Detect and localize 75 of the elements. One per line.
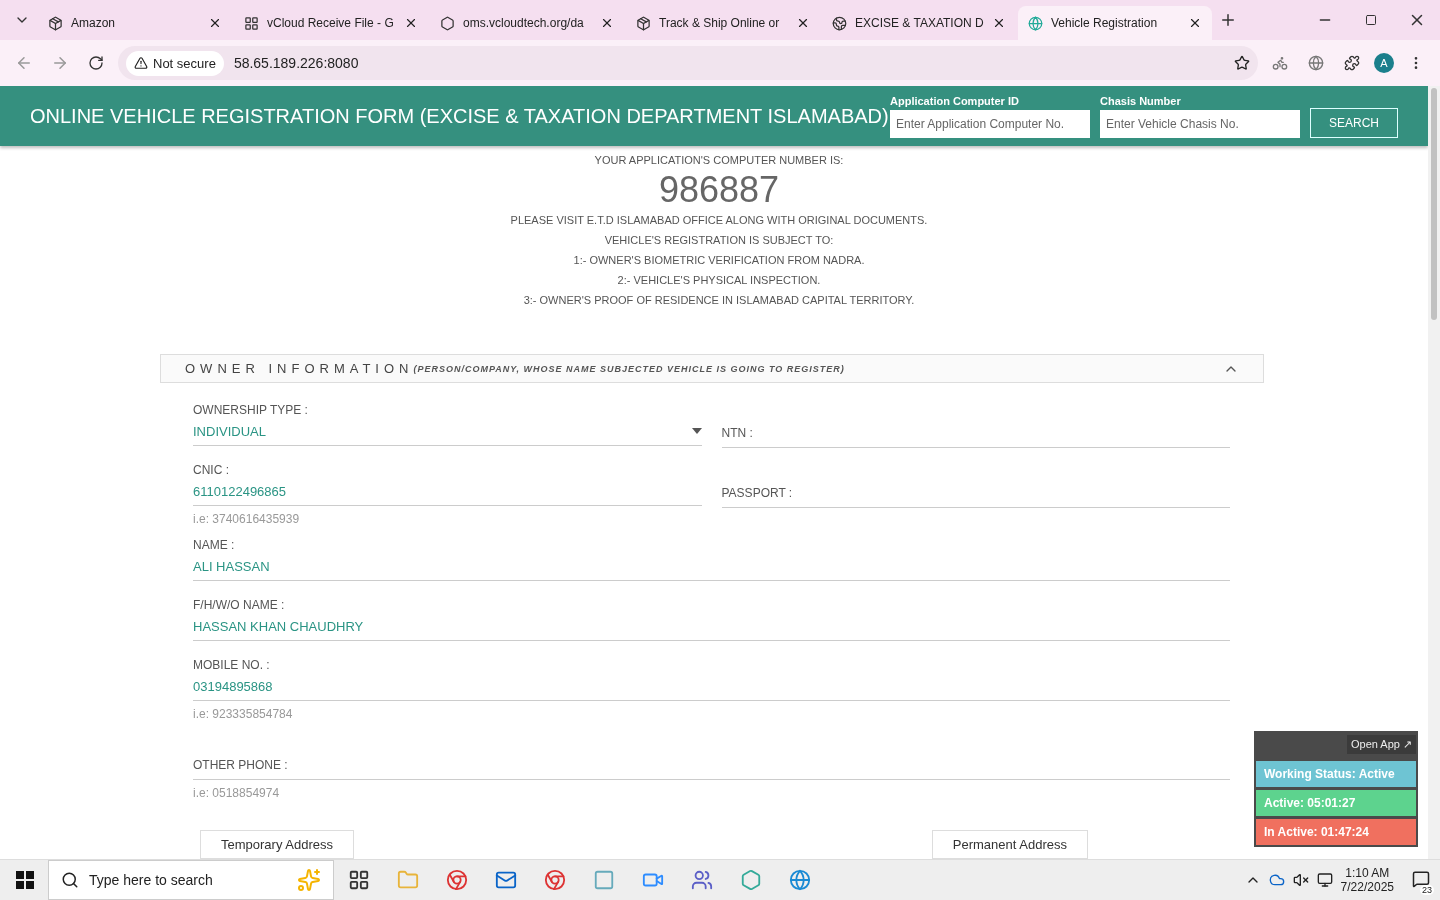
search-label: Chasis Number xyxy=(1100,94,1182,107)
notification-count: 23 xyxy=(1420,884,1434,895)
status-bar: In Active: 01:47:24 xyxy=(1256,819,1416,845)
dropdown-icon xyxy=(691,428,702,434)
taskbar-search[interactable]: Type here to search xyxy=(48,860,334,900)
field-label: MOBILE NO. : xyxy=(193,658,271,672)
bookmark-icon[interactable] xyxy=(1234,55,1250,71)
computer-number: 986887 xyxy=(658,170,780,210)
cloud-icon[interactable] xyxy=(1268,872,1285,888)
notice-text: YOUR APPLICATION'S COMPUTER NUMBER IS: xyxy=(594,153,844,168)
close-icon[interactable] xyxy=(992,16,1006,30)
sparkles-icon xyxy=(297,868,321,892)
clock-date: 7/22/2025 xyxy=(1340,880,1394,894)
input-field[interactable]: 03194895868 xyxy=(193,672,1230,701)
field-hint: i.e: 0518854974 xyxy=(193,786,281,800)
search-label: Application Computer ID xyxy=(890,94,1020,107)
browser-tab[interactable]: EXCISE & TAXATION D xyxy=(822,6,1016,40)
windows-icon[interactable] xyxy=(16,871,34,889)
page-title: ONLINE VEHICLE REGISTRATION FORM (EXCISE & TAXATION DEPARTMENT ISLAMABAD) xyxy=(30,104,890,128)
field-label: OTHER PHONE : xyxy=(193,758,288,772)
mute-icon[interactable] xyxy=(1292,872,1309,888)
notification-icon[interactable] xyxy=(1412,869,1430,888)
profile-avatar[interactable]: A xyxy=(1374,53,1394,73)
browser-tab[interactable]: vCloud Receive File - G xyxy=(234,6,428,40)
section-header[interactable]: OWNER INFORMATION(PERSON/COMPANY, WHOSE NAME SUBJECTED VEHICLE IS GOING TO REGISTER) xyxy=(160,354,1264,383)
search-field[interactable]: Enter Vehicle Chasis No. xyxy=(1100,109,1300,138)
browser-tab[interactable]: Amazon xyxy=(38,6,232,40)
security-label: Not secure xyxy=(153,55,216,71)
status-bar: Working Status: Active xyxy=(1256,761,1416,787)
network-icon[interactable] xyxy=(1316,872,1333,888)
site-icon xyxy=(48,15,63,31)
field-label: NAME : xyxy=(193,538,236,552)
address-tab[interactable]: Permanent Address xyxy=(931,830,1088,859)
notice-text: VEHICLE'S REGISTRATION IS SUBJECT TO: xyxy=(604,233,834,248)
search-field[interactable]: Enter Application Computer No. xyxy=(890,109,1090,138)
status-bar: Active: 05:01:27 xyxy=(1256,790,1416,816)
field-hint: i.e: 3740616435939 xyxy=(193,512,301,526)
ownership-select[interactable]: INDIVIDUAL xyxy=(193,417,702,446)
warning-icon xyxy=(134,56,148,70)
address-tab[interactable]: Temporary Address xyxy=(200,830,354,859)
field-label: PASSPORT : xyxy=(721,486,793,500)
close-icon[interactable] xyxy=(600,16,614,30)
open-app-button[interactable]: Open App ↗ xyxy=(1347,735,1416,754)
close-icon[interactable] xyxy=(796,16,810,30)
clock-time: 1:10 AM xyxy=(1345,866,1390,880)
input-field[interactable]: HASSAN KHAN CHAUDHRY xyxy=(193,612,1230,641)
field-label: NTN : xyxy=(721,426,753,440)
close-icon[interactable] xyxy=(1188,16,1202,30)
address-bar[interactable]: Not secure 58.65.189.226:8080 xyxy=(118,46,1258,80)
browser-tab[interactable]: Vehicle Registration xyxy=(1018,6,1212,40)
site-icon xyxy=(1028,15,1043,31)
notice-text: 2:- VEHICLE'S PHYSICAL INSPECTION. xyxy=(617,273,821,288)
scrollbar-thumb[interactable] xyxy=(1431,88,1437,320)
site-icon xyxy=(832,15,847,31)
field-label: F/H/W/O NAME : xyxy=(193,598,286,612)
field-label: OWNERSHIP TYPE : xyxy=(193,403,309,417)
site-icon xyxy=(636,15,651,31)
notice-text: 3:- OWNER'S PROOF OF RESIDENCE IN ISLAMABAD CAPITAL TERRITORY. xyxy=(523,293,915,308)
browser-tab[interactable]: Track & Ship Online or xyxy=(626,6,820,40)
notice-text: PLEASE VISIT E.T.D ISLAMABAD OFFICE ALONG WITH ORIGINAL DOCUMENTS. xyxy=(510,213,928,228)
field-hint: i.e: 923335854784 xyxy=(193,707,294,721)
notice-text: 1:- OWNER'S BIOMETRIC VERIFICATION FROM NADRA. xyxy=(573,253,865,268)
site-icon xyxy=(440,15,455,31)
section-title: OWNER INFORMATION xyxy=(185,361,414,376)
input-field[interactable]: ALI HASSAN xyxy=(193,552,1230,581)
input-field[interactable]: 6110122496865 xyxy=(193,477,702,506)
section-subtitle: (PERSON/COMPANY, WHOSE NAME SUBJECTED VEHICLE IS GOING TO REGISTER) xyxy=(413,363,846,374)
site-icon xyxy=(244,15,259,31)
close-icon[interactable] xyxy=(404,16,418,30)
close-icon[interactable] xyxy=(208,16,222,30)
field-label: CNIC : xyxy=(193,463,230,477)
url-text: 58.65.189.226:8080 xyxy=(233,55,360,71)
search-icon xyxy=(61,871,79,889)
search-button[interactable]: SEARCH xyxy=(1310,107,1398,138)
browser-tab[interactable]: oms.vcloudtech.org/da xyxy=(430,6,624,40)
